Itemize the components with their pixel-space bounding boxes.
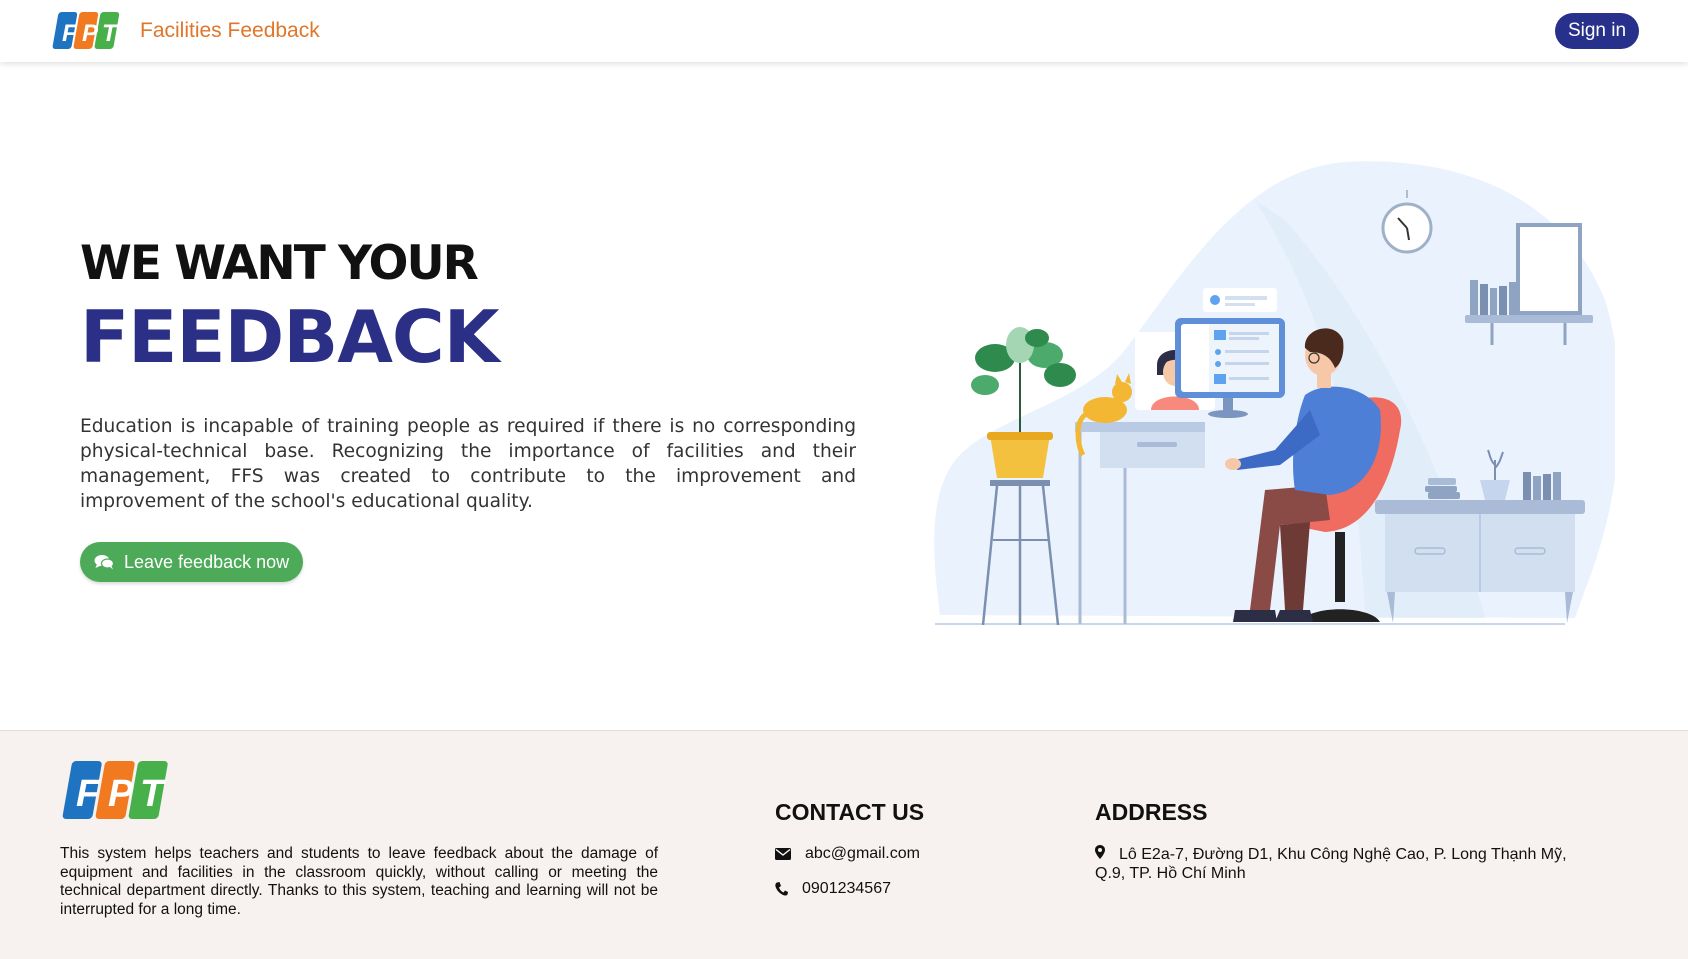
footer-fpt-logo: F P T [62,761,168,819]
footer-logo-letter-p: P [108,773,134,815]
comments-icon [94,554,114,570]
leave-feedback-label: Leave feedback now [124,551,290,572]
address: Lô E2a-7, Đường D1, Khu Công Nghệ Cao, P… [1095,845,1595,883]
picture-frame [1516,223,1582,315]
contact-phone[interactable]: 0901234567 [775,880,891,898]
logo-letter-t: T [102,20,119,47]
map-marker-icon [1095,845,1105,859]
footer: F P T This system helps teachers and stu… [0,730,1688,959]
ui-chat-card [1203,288,1277,312]
sign-in-button[interactable]: Sign in [1555,13,1639,49]
logo-letter-p: P [82,20,99,47]
hero-illustration [934,161,1615,626]
footer-logo-letter-t: T [140,773,166,815]
contact-heading: CONTACT US [775,799,925,825]
contact-phone-text: 0901234567 [802,880,891,897]
footer-logo-letter-f: F [76,773,101,815]
hero-title-line1: WE WANT YOUR [80,236,479,291]
leave-feedback-button[interactable]: Leave feedback now [80,542,303,582]
address-text: Lô E2a-7, Đường D1, Khu Công Nghệ Cao, P… [1095,846,1567,882]
contact-email[interactable]: abc@gmail.com [775,845,920,863]
logo-letter-f: F [62,20,78,47]
top-navbar: F P T Facilities Feedback Sign in [0,0,1688,62]
phone-icon [775,882,788,896]
contact-email-text: abc@gmail.com [805,845,920,862]
brand-name: Facilities Feedback [140,19,320,42]
hero-title-line2: FEEDBACK [80,295,500,379]
footer-description: This system helps teachers and students … [60,845,658,918]
envelope-icon [775,848,791,860]
hero-description: Education is incapable of training peopl… [80,416,856,512]
fpt-logo: F P T [52,12,120,49]
address-heading: ADDRESS [1095,799,1208,825]
brand-link[interactable]: F P T Facilities Feedback [50,10,320,52]
